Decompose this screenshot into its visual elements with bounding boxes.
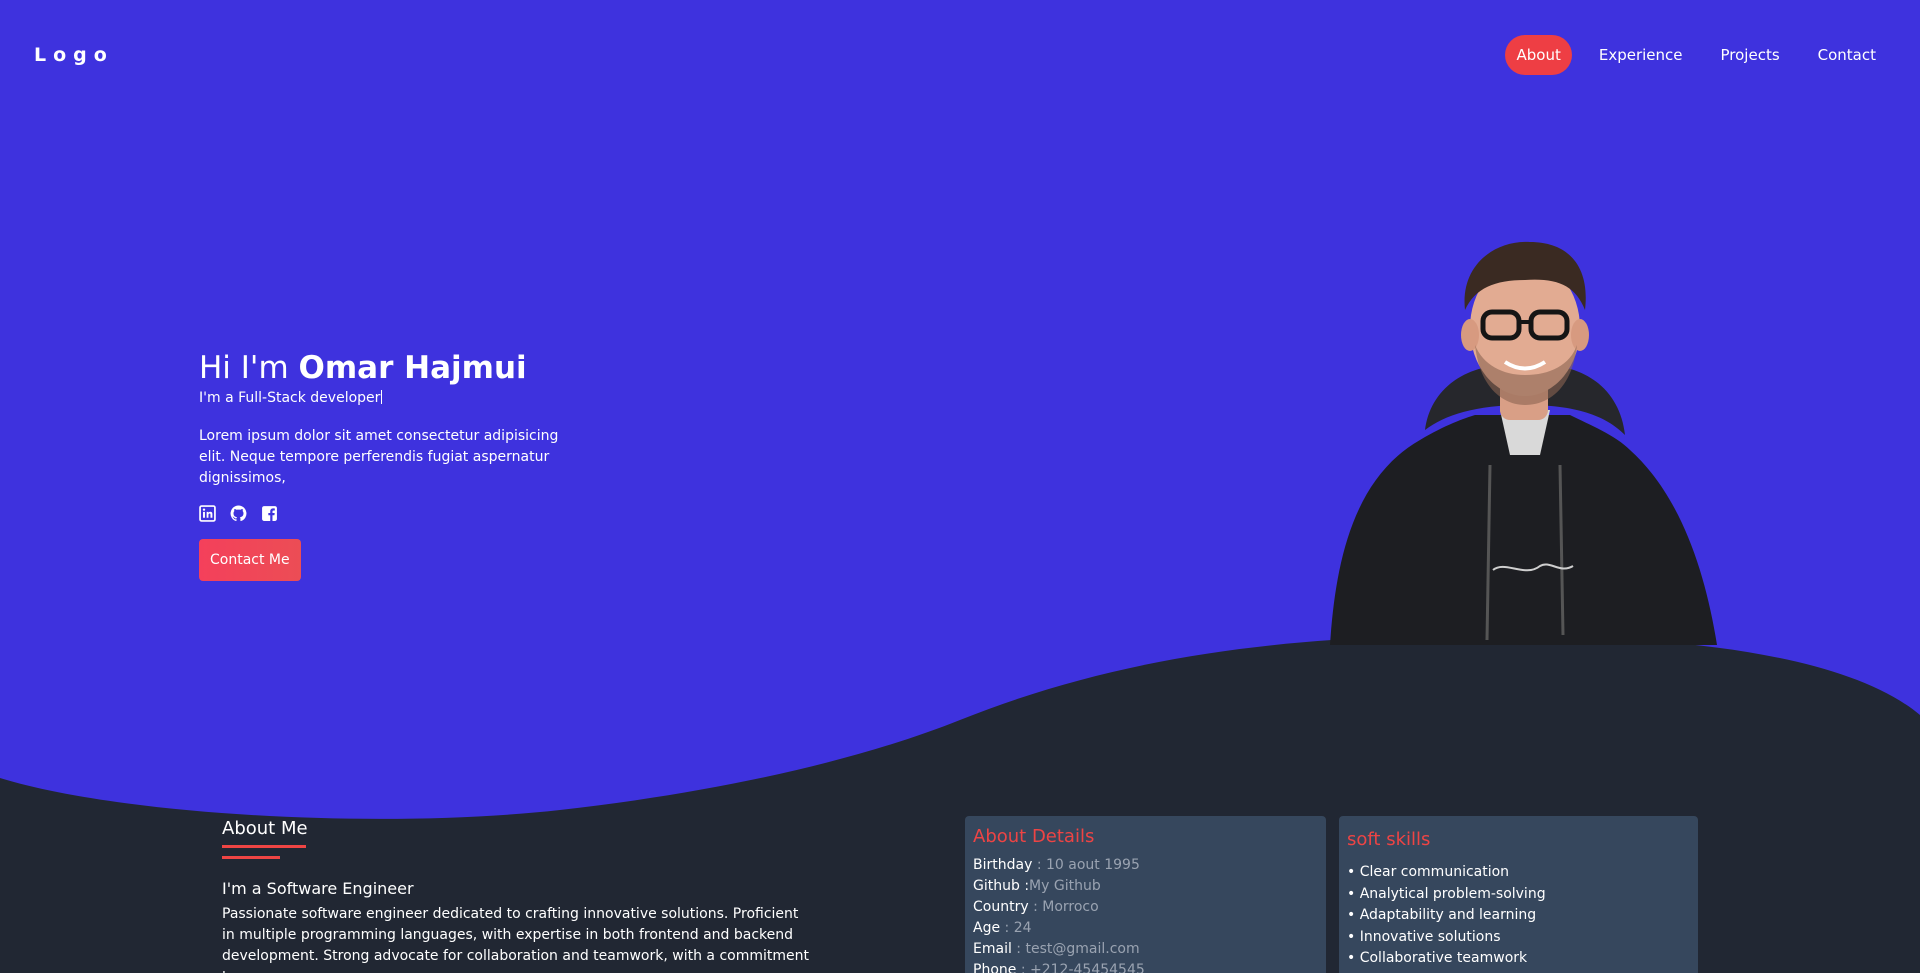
social-links [199, 505, 619, 522]
skill-label: Analytical problem-solving [1359, 885, 1546, 902]
detail-birthday: Birthday : 10 aout 1995 [973, 855, 1318, 876]
skill-label: Clear communication [1359, 864, 1510, 880]
detail-key: Country [973, 899, 1029, 915]
list-item: • Innovative solutions [1347, 928, 1501, 945]
detail-sep: : [1016, 962, 1030, 973]
about-details-card: About Details Birthday : 10 aout 1995 Gi… [965, 816, 1326, 973]
detail-key: Birthday [973, 857, 1033, 873]
hero-description: Lorem ipsum dolor sit amet consectetur a… [199, 428, 559, 486]
detail-sep: : [1028, 899, 1043, 915]
detail-value: 24 [1013, 920, 1032, 936]
about-me-section: About Me I'm a Software Engineer Passion… [222, 818, 812, 973]
detail-value: test@gmail.com [1025, 941, 1140, 957]
list-item: • Adaptability and learning [1347, 907, 1537, 923]
soft-skills-card: soft skills • Clear communication • Anal… [1339, 816, 1698, 973]
nav-item-contact[interactable]: Contact [1807, 35, 1887, 75]
heading-underline-short [222, 856, 280, 859]
skill-label: Collaborative teamwork [1359, 950, 1528, 966]
about-heading: About Me [222, 818, 308, 839]
list-item: • Collaborative teamwork [1347, 950, 1528, 966]
detail-country: Country : Morroco [973, 897, 1318, 918]
hero-name: Omar Hajmui [298, 350, 527, 386]
linkedin-icon[interactable] [199, 505, 216, 522]
nav-item-about[interactable]: About [1505, 35, 1572, 75]
hero-subtitle-text: I'm a Full-Stack developer [199, 390, 381, 406]
detail-key: Email [973, 941, 1012, 957]
detail-github: Github :My Github [973, 876, 1318, 897]
nav-item-projects[interactable]: Projects [1710, 35, 1791, 75]
contact-me-button[interactable]: Contact Me [199, 539, 301, 581]
list-item: • Clear communication [1347, 864, 1510, 880]
skill-label: Innovative solutions [1359, 928, 1501, 945]
detail-key: Github [973, 878, 1020, 894]
detail-sep: : [1011, 941, 1026, 957]
skills-heading: soft skills [1347, 829, 1431, 850]
nav-item-experience[interactable]: Experience [1588, 35, 1694, 75]
detail-email: Email : test@gmail.com [973, 939, 1318, 960]
about-body: Passionate software engineer dedicated t… [222, 906, 809, 973]
detail-value: +212-45454545 [1030, 962, 1145, 973]
facebook-icon[interactable] [261, 505, 278, 522]
hero-greeting: Hi I'm [199, 350, 299, 386]
about-role: I'm a Software Engineer [222, 879, 414, 898]
main-nav: About Experience Projects Contact [1489, 35, 1887, 75]
github-link[interactable]: My Github [1029, 878, 1101, 894]
detail-sep: : [1019, 878, 1030, 894]
heading-underline [222, 845, 306, 848]
detail-key: Phone [973, 962, 1017, 973]
detail-sep: : [1032, 857, 1046, 873]
profile-photo [1330, 241, 1717, 645]
hero-subtitle: I'm a Full-Stack developer [199, 390, 619, 406]
typing-cursor [381, 390, 383, 404]
hero-title: Hi I'm Omar Hajmui [199, 346, 619, 390]
github-icon[interactable] [230, 505, 247, 522]
detail-sep: : [1000, 920, 1014, 936]
detail-value: 10 aout 1995 [1046, 857, 1140, 873]
detail-phone: Phone : +212-45454545 [973, 960, 1318, 973]
details-heading: About Details [973, 826, 1095, 847]
detail-value: Morroco [1042, 899, 1099, 915]
list-item: • Analytical problem-solving [1347, 885, 1546, 902]
detail-key: Age [973, 920, 1001, 936]
logo[interactable]: Logo [34, 44, 114, 66]
skill-label: Adaptability and learning [1359, 907, 1537, 923]
hero-intro: Hi I'm Omar Hajmui I'm a Full-Stack deve… [199, 346, 619, 581]
detail-age: Age : 24 [973, 918, 1318, 939]
